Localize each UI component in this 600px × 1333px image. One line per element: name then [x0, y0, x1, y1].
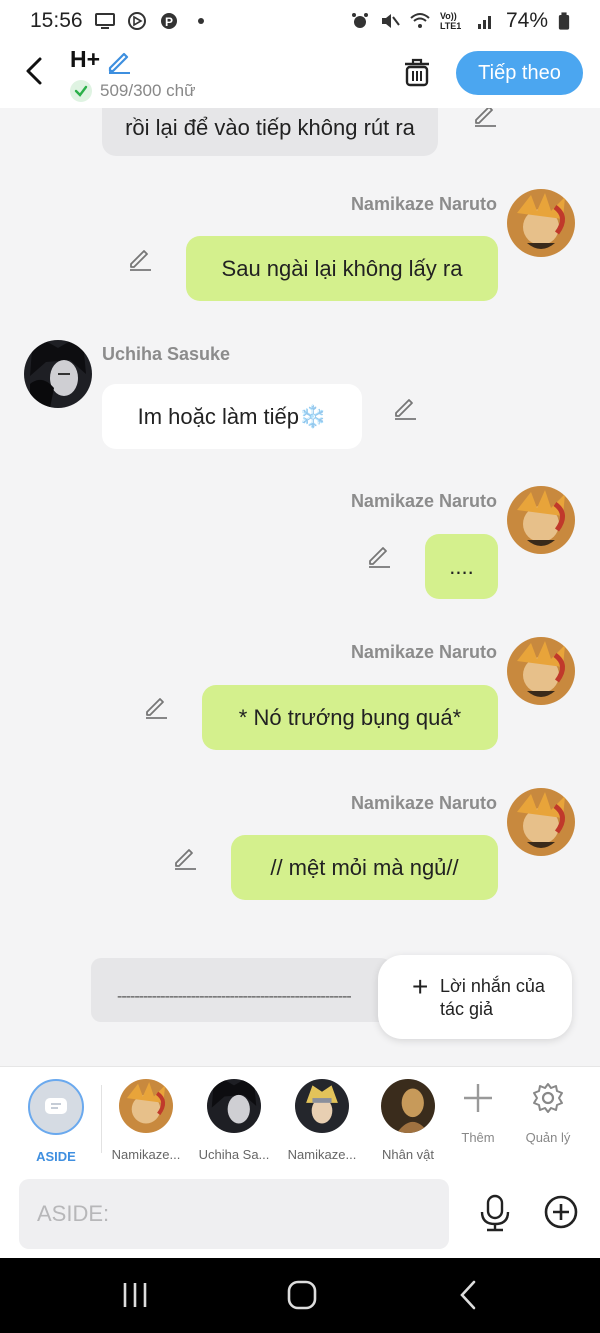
message-bubble[interactable]: .... [425, 534, 498, 599]
svg-text:P: P [165, 15, 173, 29]
edit-message-icon[interactable] [472, 108, 498, 128]
add-character-button[interactable]: Thêm [443, 1081, 513, 1145]
character-aside[interactable]: ASIDE [14, 1079, 98, 1164]
wifi-icon [410, 13, 430, 28]
character-label: ASIDE [36, 1149, 76, 1164]
input-row [0, 1170, 600, 1258]
story-title: H+ [70, 46, 101, 72]
plus-icon: + [412, 971, 429, 1002]
word-count: 509/300 chữ [70, 80, 196, 102]
message-bubble[interactable]: // mệt mỏi mà ngủ// [231, 835, 498, 900]
play-store-icon [127, 12, 146, 30]
next-button[interactable]: Tiếp theo [456, 51, 583, 95]
check-icon [70, 80, 92, 102]
system-nav-bar [0, 1258, 600, 1333]
signal-icon [477, 16, 491, 29]
edit-message-icon[interactable] [366, 543, 392, 569]
word-count-text: 509/300 chữ [100, 81, 196, 100]
back-icon[interactable] [452, 1278, 486, 1312]
author-note-button[interactable]: + Lời nhắn của tác giả [378, 955, 572, 1039]
manage-label: Quản lý [525, 1130, 571, 1145]
trash-icon[interactable] [402, 56, 432, 88]
message-text: Sau ngài lại không lấy ra [221, 255, 463, 281]
message-author: Namikaze Naruto [350, 491, 497, 511]
avatar-sasuke[interactable] [24, 340, 92, 408]
character-naruto[interactable]: Namikaze... [104, 1079, 188, 1162]
message-text: rồi lại để vào tiếp không rút ra [125, 115, 415, 140]
edit-message-icon[interactable] [172, 845, 198, 871]
character-bar: ASIDE Namikaze... Uchiha Sa... Namikaze.… [0, 1066, 600, 1170]
character-label: Namikaze... [111, 1147, 181, 1162]
mute-icon [381, 14, 400, 28]
divider [101, 1085, 102, 1153]
edit-message-icon[interactable] [392, 395, 418, 421]
status-time: 15:56 [30, 9, 83, 32]
message-author: Namikaze Naruto [350, 642, 497, 662]
separator-text: ----------------------------------------… [117, 988, 352, 1005]
avatar [119, 1079, 173, 1133]
message-input[interactable] [19, 1179, 449, 1249]
edit-message-icon[interactable] [143, 694, 169, 720]
header: H+ 509/300 chữ Tiếp theo [0, 42, 600, 108]
chat-area[interactable]: rồi lại để vào tiếp không rút ra Namikaz… [0, 108, 600, 1066]
author-note-label: Lời nhắn của tác giả [440, 976, 545, 1019]
edit-title-icon[interactable] [106, 48, 132, 74]
add-label: Thêm [461, 1130, 495, 1145]
character-label: Namikaze... [287, 1147, 357, 1162]
character-sasuke[interactable]: Uchiha Sa... [192, 1079, 276, 1162]
avatar [295, 1079, 349, 1133]
message-bubble[interactable]: Sau ngài lại không lấy ra [186, 236, 498, 301]
network-label: Vo)) LTE1 [439, 11, 462, 31]
avatar-naruto[interactable] [507, 486, 575, 554]
status-bar: 15:56 P Vo)) LTE1 74% [0, 0, 600, 42]
message-bubble[interactable]: Im hoặc làm tiếp❄️ [102, 384, 362, 449]
plus-icon [464, 1084, 492, 1112]
message-bubble[interactable]: * Nó trướng bụng quá* [202, 685, 498, 750]
microphone-icon[interactable] [478, 1194, 512, 1232]
recent-apps-icon[interactable] [118, 1278, 152, 1312]
message-bubble[interactable]: rồi lại để vào tiếp không rút ra [102, 108, 438, 156]
avatar [381, 1079, 435, 1133]
avatar [207, 1079, 261, 1133]
dot-icon [197, 18, 204, 24]
aside-avatar [28, 1079, 84, 1135]
avatar-naruto[interactable] [507, 637, 575, 705]
home-icon[interactable] [285, 1278, 319, 1312]
message-text: .... [449, 553, 474, 579]
back-arrow-icon[interactable] [22, 56, 48, 86]
message-text: // mệt mỏi mà ngủ// [270, 854, 459, 880]
message-text: Im hoặc làm tiếp❄️ [137, 403, 327, 429]
character-generic[interactable]: Nhân vật [366, 1079, 450, 1162]
character-label: Uchiha Sa... [198, 1147, 270, 1162]
add-circle-icon[interactable] [543, 1194, 579, 1230]
separator-message[interactable]: ----------------------------------------… [91, 958, 391, 1022]
battery-icon [558, 12, 570, 30]
character-minato[interactable]: Namikaze... [280, 1079, 364, 1162]
avatar-naruto[interactable] [507, 788, 575, 856]
message-author: Namikaze Naruto [350, 793, 497, 813]
alarm-icon [351, 13, 368, 28]
pinterest-icon: P [160, 13, 177, 29]
message-author: Namikaze Naruto [350, 194, 497, 214]
message-author: Uchiha Sasuke [102, 344, 231, 364]
avatar-naruto[interactable] [507, 189, 575, 257]
character-label: Nhân vật [381, 1147, 435, 1162]
message-text: * Nó trướng bụng quá* [238, 704, 462, 730]
screen-icon [94, 13, 115, 29]
edit-message-icon[interactable] [127, 246, 153, 272]
gear-icon [533, 1083, 563, 1113]
battery-percent: 74% [505, 9, 548, 32]
manage-button[interactable]: Quản lý [513, 1081, 583, 1145]
chat-bubble-icon [45, 1098, 67, 1114]
